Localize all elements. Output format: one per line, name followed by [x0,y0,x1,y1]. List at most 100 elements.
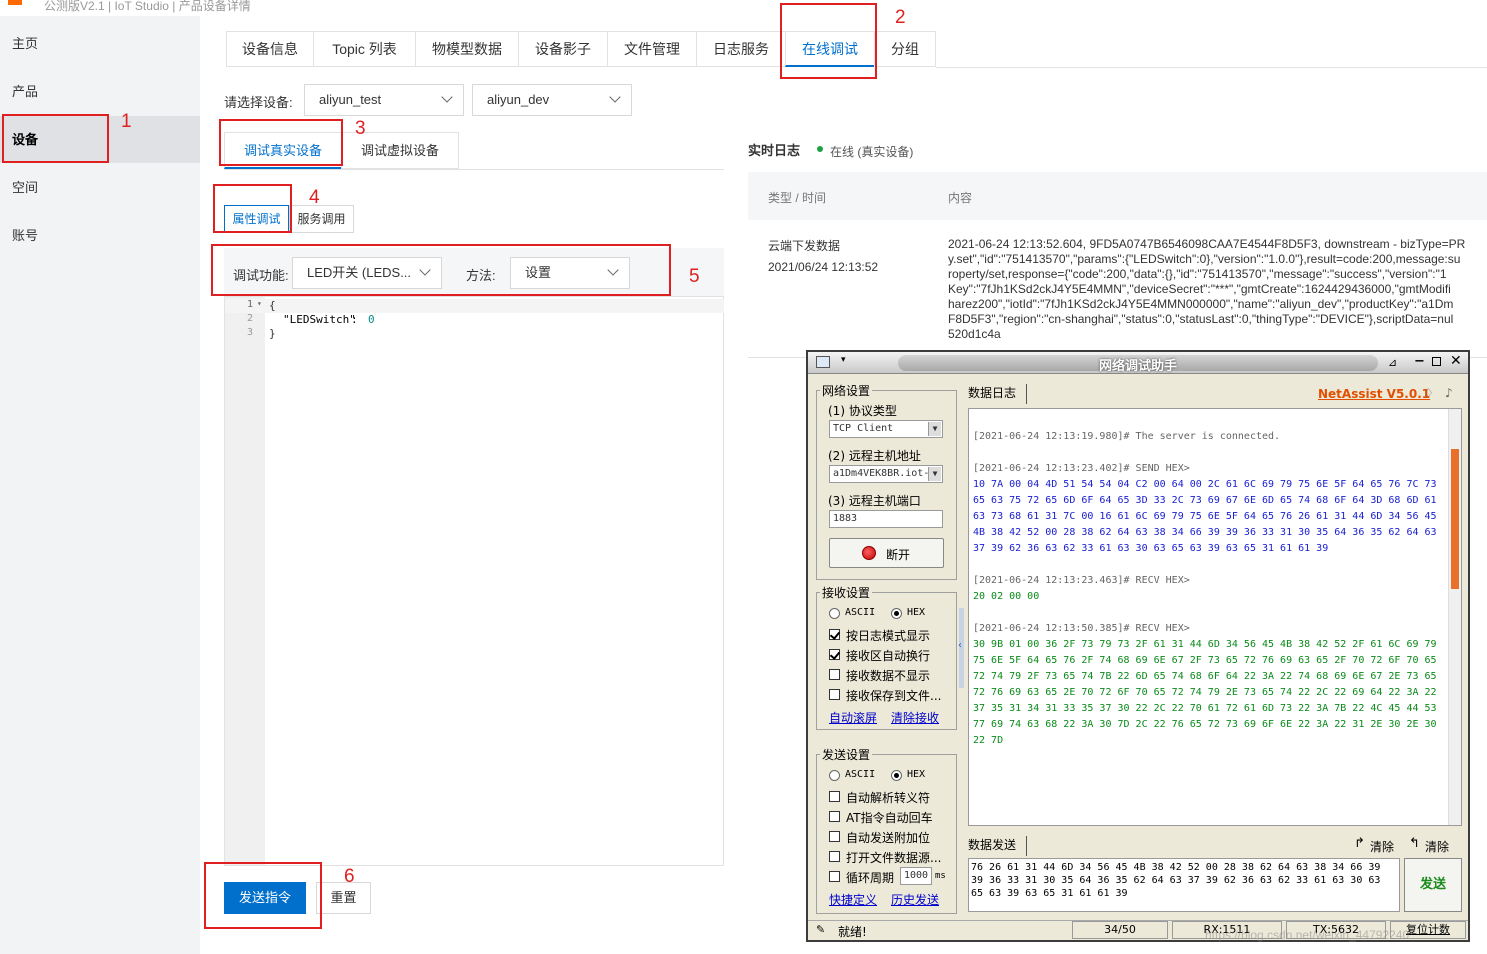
log-line: 10 7A 00 04 4D 51 54 54 04 C2 00 64 00 2… [973,479,1437,490]
protocol-select[interactable]: TCP Client ▼ [829,420,943,438]
pin-icon[interactable]: ⊿ [1388,356,1397,369]
loop-period-input[interactable]: 1000 [900,867,932,885]
scrollbar-thumb[interactable] [1451,449,1459,589]
log-line: 63 73 68 61 31 7C 00 16 61 6C 69 79 75 6… [973,511,1437,522]
minimize-icon[interactable]: − [1414,354,1425,369]
send-at-cr-checkbox[interactable] [829,811,840,822]
send-option-label: AT指令自动回车 [846,811,933,825]
clear-recv-link[interactable]: 清除接收 [891,709,939,726]
auto-scroll-link[interactable]: 自动滚屏 [829,709,877,726]
annotation-number: 6 [344,866,355,887]
code-value: 0 [368,313,375,326]
send-loop-checkbox[interactable] [829,871,840,882]
tab-online-debug[interactable]: 在线调试 [785,31,875,67]
clear-send-button[interactable]: 清除 [1370,838,1394,855]
host-value: a1Dm4VEK8BR.iot- [833,468,930,479]
clear-send-icon[interactable]: ↱ [1354,836,1365,851]
sidebar-item-space[interactable]: 空间 [0,164,200,211]
send-settings-legend: 发送设置 [820,746,873,763]
divider [1026,836,1027,856]
tab-device-info[interactable]: 设备信息 [226,31,314,67]
line-number: 2 [247,313,254,324]
log-line: [2021-06-24 12:13:23.463]# RECV HEX> [973,575,1190,586]
tab-debug-real-device[interactable]: 调试真实设备 [224,132,342,169]
log-line: 72 76 69 63 65 2E 70 72 6F 70 65 72 74 7… [973,687,1437,698]
disconnect-button[interactable]: 断开 [829,538,944,568]
send-ascii-label: ASCII [845,769,876,780]
chevron-down-icon [441,91,453,103]
tab-thing-model[interactable]: 物模型数据 [415,31,519,67]
annotation-number: 3 [355,118,366,139]
tab-log-service[interactable]: 日志服务 [696,31,786,67]
send-button[interactable]: 发送 [1404,858,1462,912]
sidebar-item-home[interactable]: 主页 [0,20,200,67]
log-content-line: 520d1c4a [948,327,1001,341]
method-select-value: 设置 [525,265,552,280]
send-ascii-radio[interactable] [829,770,840,781]
maximize-icon[interactable] [1432,357,1441,366]
log-scrollbar[interactable] [1448,409,1461,825]
code-key: "LEDSwitch" [283,313,356,326]
quick-define-link[interactable]: 快捷定义 [829,891,877,908]
send-history-link[interactable]: 历史发送 [891,891,939,908]
send-input[interactable]: 76 26 61 31 44 6D 34 56 45 4B 38 42 52 0… [968,858,1400,912]
log-line: 65 63 75 72 65 6D 6F 64 65 3D 33 2C 73 6… [973,495,1437,506]
recv-save-file-checkbox[interactable] [829,689,840,700]
annotation-number: 4 [309,187,320,208]
recv-auto-wrap-checkbox[interactable] [829,649,840,660]
recv-hex-radio[interactable] [891,608,902,619]
recv-ascii-radio[interactable] [829,608,840,619]
tab-file-manage[interactable]: 文件管理 [607,31,697,67]
send-hex-radio[interactable] [891,770,902,781]
send-file-source-checkbox[interactable] [829,851,840,862]
clear-all-button[interactable]: 清除 [1425,838,1449,855]
brand-link[interactable]: NetAssist V5.0.1 [1318,387,1430,401]
clear-all-icon[interactable]: ↰ [1409,836,1420,851]
recv-option-label: 接收数据不显示 [846,669,931,683]
chevron-down-icon [609,91,621,103]
code-editor[interactable]: 1 ▾ 2 3 { "LEDSwitch" : 0 } [224,296,724,866]
divider [224,169,724,170]
tab-group[interactable]: 分组 [874,31,936,67]
log-line: 37 35 31 34 31 33 35 37 30 22 2C 22 70 6… [973,703,1437,714]
log-line: 37 39 62 36 63 62 33 61 63 30 63 65 63 3… [973,543,1329,554]
recv-hide-checkbox[interactable] [829,669,840,680]
recv-ascii-label: ASCII [845,607,876,618]
bell-icon[interactable]: ♪ [1445,386,1453,400]
recv-hex-label: HEX [907,607,926,618]
sidebar-item-account[interactable]: 账号 [0,212,200,259]
sidebar-item-device[interactable]: 设备 [0,116,200,163]
tab-service-call[interactable]: 服务调用 [289,205,354,233]
netassist-titlebar[interactable]: ▾ 网络调试助手 ⊿ − ✕ [808,352,1468,374]
recv-option-label: 接收保存到文件... [846,689,942,703]
function-label: 调试功能: [233,268,289,283]
connection-led-icon [862,546,876,560]
data-log-area[interactable]: [2021-06-24 12:13:19.980]# The server is… [968,408,1462,826]
device-select[interactable]: aliyun_dev [472,84,632,116]
watermark: https://blog.csdn.net/weixin_44792240 [1205,928,1410,942]
col-content: 内容 [948,191,973,205]
tab-device-shadow[interactable]: 设备影子 [518,31,608,67]
sidebar-item-product[interactable]: 产品 [0,68,200,115]
recv-log-mode-checkbox[interactable] [829,629,840,640]
tab-topic-list[interactable]: Topic 列表 [313,31,416,67]
send-option-label: 自动解析转义符 [846,791,931,805]
function-select[interactable]: LED开关 (LEDS... [292,257,442,289]
method-select[interactable]: 设置 [510,257,630,289]
divider [1026,384,1027,404]
fold-icon[interactable]: ▾ [257,299,262,308]
send-command-button[interactable]: 发送指令 [224,882,306,914]
send-escape-checkbox[interactable] [829,791,840,802]
method-label: 方法: [466,268,496,283]
loop-unit: ms [935,871,946,881]
host-input[interactable]: a1Dm4VEK8BR.iot- ▼ [829,465,943,483]
product-select[interactable]: aliyun_test [304,84,464,116]
editor-gutter [225,297,265,865]
port-input[interactable]: 1883 [829,510,943,528]
send-text-line: 39 36 33 31 30 35 64 36 35 62 64 63 37 3… [971,875,1381,886]
close-icon[interactable]: ✕ [1450,353,1462,369]
collapse-arrow-icon[interactable]: ‹ [958,640,962,651]
diamond-icon[interactable]: ♢ [1423,386,1434,400]
tab-property-debug[interactable]: 属性调试 [224,205,289,233]
send-append-bit-checkbox[interactable] [829,831,840,842]
